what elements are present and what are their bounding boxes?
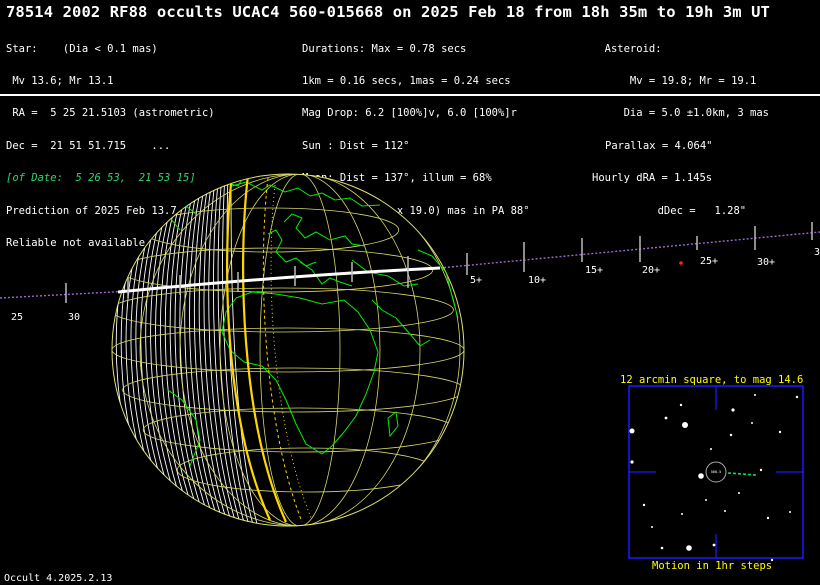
path-label: 3 bbox=[814, 247, 820, 258]
version-footer: Occult 4.2025.2.13 bbox=[4, 573, 113, 584]
path-label: 10+ bbox=[528, 275, 546, 286]
path-label: 15+ bbox=[585, 265, 603, 276]
star-chart-title: 12 arcmin square, to mag 14.6 bbox=[620, 374, 804, 386]
path-label: 25+ bbox=[700, 256, 718, 267]
path-label: 30 bbox=[68, 312, 80, 323]
star-chart-caption: Motion in 1hr steps bbox=[652, 560, 773, 572]
star-line: Mv 13.6; Mr 13.1 bbox=[6, 74, 114, 87]
earth-globe bbox=[111, 173, 465, 527]
path-label: 30+ bbox=[757, 257, 775, 268]
target-star-label: 560-5 bbox=[711, 470, 722, 474]
path-label: 5+ bbox=[470, 275, 482, 286]
red-marker bbox=[679, 261, 683, 265]
path-label: 20+ bbox=[642, 265, 660, 276]
asteroid-line: Mv = 19.8; Mr = 19.1 bbox=[592, 74, 757, 87]
event-line: 1km = 0.16 secs, 1mas = 0.24 secs bbox=[302, 74, 511, 87]
star-chart: 560-5 bbox=[628, 385, 804, 562]
asteroid-line: Asteroid: bbox=[592, 42, 662, 55]
event-line: Durations: Max = 0.78 secs bbox=[302, 42, 467, 55]
occultation-scene: 25 30 5+ 10+ 15+ 20+ 25+ 30+ 3 560-5 bbox=[0, 173, 820, 562]
path-label: 25 bbox=[11, 312, 23, 323]
page-title: 78514 2002 RF88 occults UCAC4 560-015668… bbox=[6, 3, 770, 21]
star-line: Star: (Dia < 0.1 mas) bbox=[6, 42, 158, 55]
